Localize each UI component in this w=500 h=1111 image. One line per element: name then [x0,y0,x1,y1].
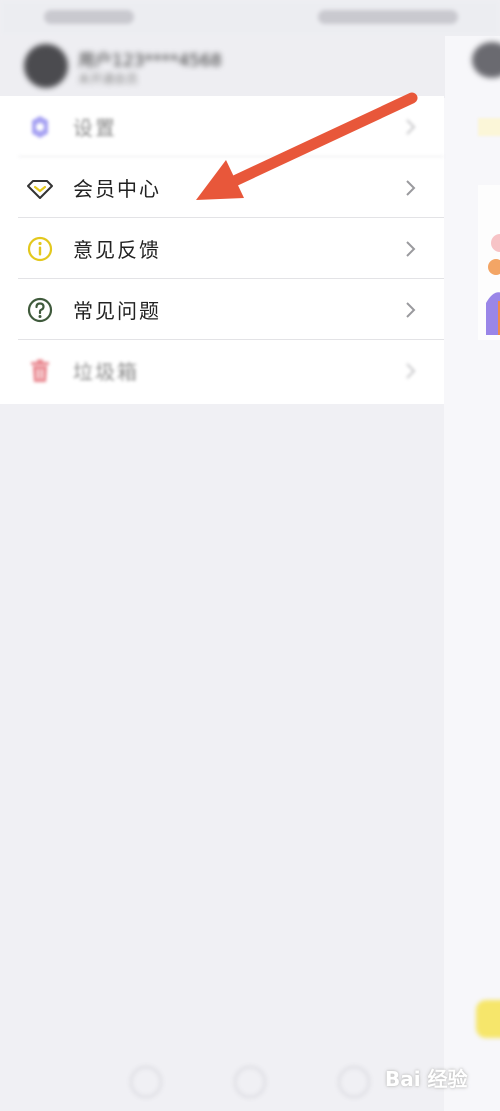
menu-item-feedback[interactable]: 意见反馈 [0,218,444,279]
avatar[interactable] [24,44,68,88]
nav-profile-icon[interactable] [338,1066,370,1098]
menu-item-settings[interactable]: 设置 [0,96,444,157]
menu-item-label: 会员中心 [73,177,161,201]
chevron-right-icon [406,241,416,257]
side-menu: 设置 会员中心 意见反馈 常见问题 垃圾箱 [0,96,444,404]
chevron-right-icon [406,302,416,318]
diamond-icon [27,180,53,199]
chevron-right-icon [406,119,416,135]
status-time [44,10,134,24]
menu-item-faq[interactable]: 常见问题 [0,279,444,340]
menu-item-label: 垃圾箱 [73,360,139,384]
chevron-right-icon [406,180,416,196]
info-icon [27,236,53,262]
profile-name: 用户123****4568 [78,51,222,71]
app-floating-button[interactable] [476,1000,500,1038]
watermark: Bai 经验 [385,1067,468,1091]
menu-item-trash[interactable]: 垃圾箱 [0,340,444,401]
menu-item-label: 意见反馈 [73,238,161,262]
nav-discover-icon[interactable] [234,1066,266,1098]
nav-home-icon[interactable] [130,1066,162,1098]
app-banner-strip [478,118,500,136]
gear-icon [32,116,48,138]
cartoon-illustration [486,234,500,335]
profile-header[interactable]: 用户123****4568 未开通会员 [0,36,445,98]
menu-item-label: 常见问题 [73,299,161,323]
chevron-right-icon [406,363,416,379]
question-icon [27,297,53,323]
profile-subtitle: 未开通会员 [78,72,139,86]
status-bar [0,0,500,36]
menu-item-vip-center[interactable]: 会员中心 [0,157,444,218]
app-illustration-card [478,185,500,340]
trash-icon [31,359,49,382]
status-icons [318,10,458,24]
menu-item-label: 设置 [73,116,117,140]
